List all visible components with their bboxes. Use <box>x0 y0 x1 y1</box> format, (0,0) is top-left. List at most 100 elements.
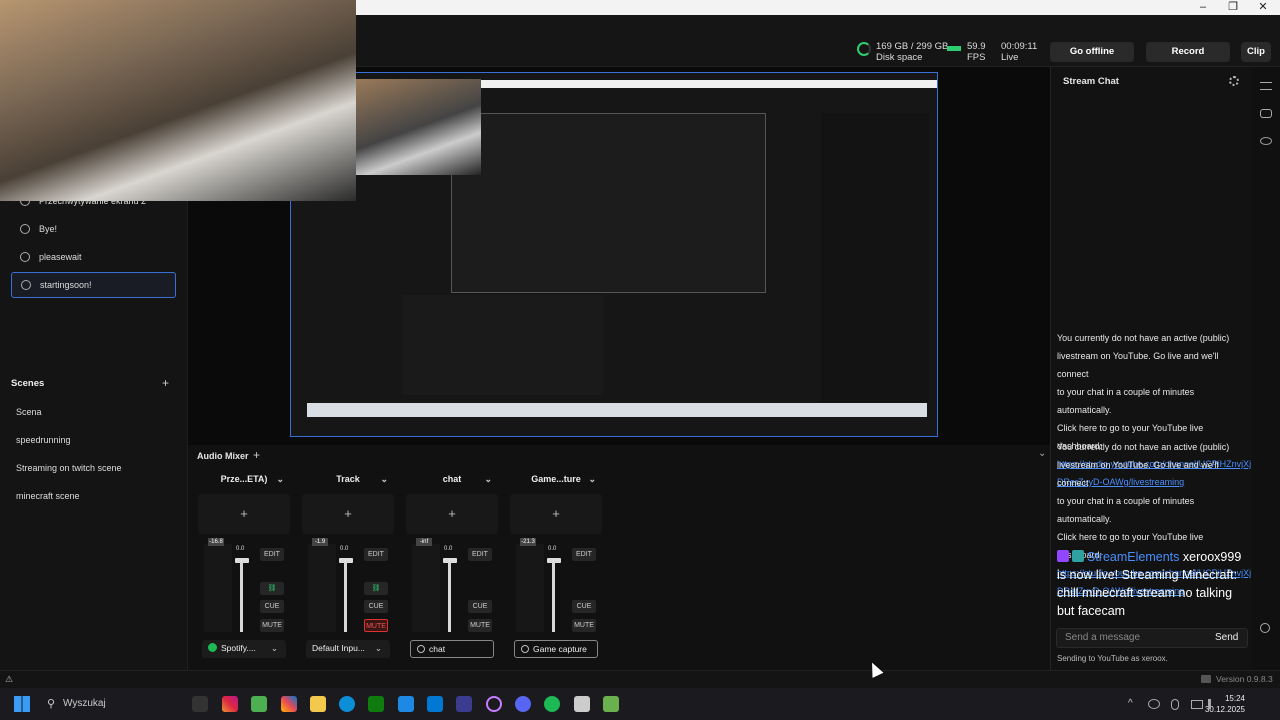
windows-start-icon[interactable] <box>14 696 30 712</box>
cue-button[interactable]: CUE <box>572 600 596 613</box>
game-bar-icon[interactable] <box>368 696 384 712</box>
cue-button[interactable]: CUE <box>468 600 492 613</box>
mute-button[interactable]: MUTE <box>260 619 284 632</box>
settings-icon[interactable] <box>1260 623 1270 633</box>
maximize-button[interactable]: ❐ <box>1218 0 1248 15</box>
add-filter-button[interactable]: + <box>406 494 498 534</box>
edge-icon[interactable] <box>339 696 355 712</box>
source-item[interactable]: pleasewait <box>11 244 176 270</box>
status-bar: ⚠ Version 0.9.8.3 <box>0 670 1280 688</box>
app-icon[interactable] <box>574 696 590 712</box>
volume-fader[interactable] <box>344 558 347 632</box>
network-icon[interactable] <box>1148 699 1160 709</box>
fader-knob[interactable] <box>443 558 457 563</box>
xbox-icon[interactable] <box>251 696 267 712</box>
device-select[interactable]: Spotify.... ⌄ <box>202 640 286 658</box>
chat-icon[interactable] <box>1260 109 1272 118</box>
chat-message: StreamElements xeroox999 is now live! St… <box>1057 550 1242 618</box>
nested-screen <box>451 113 766 293</box>
volume-fader[interactable] <box>240 558 243 632</box>
store-icon[interactable] <box>398 696 414 712</box>
chat-username[interactable]: StreamElements <box>1087 550 1179 564</box>
volume-fader[interactable] <box>448 558 451 632</box>
scene-item[interactable]: speedrunning <box>16 435 71 445</box>
mixer-strip-name[interactable]: Game...ture ⌄ <box>510 474 602 484</box>
file-explorer-icon[interactable] <box>310 696 326 712</box>
spotify-icon <box>208 643 217 652</box>
outlook-icon[interactable] <box>427 696 443 712</box>
add-scene-button[interactable]: + <box>162 376 169 390</box>
clip-button[interactable]: Clip <box>1241 42 1271 62</box>
right-sidebar <box>1252 67 1280 670</box>
scene-item[interactable]: Streaming on twitch scene <box>16 463 122 473</box>
scene-item[interactable]: Scena <box>16 407 42 417</box>
chevron-down-icon[interactable]: ⌄ <box>484 474 492 485</box>
mute-button[interactable]: MUTE <box>364 619 388 632</box>
chevron-down-icon[interactable]: ⌄ <box>588 474 596 485</box>
source-item-selected[interactable]: startingsoon! <box>11 272 176 298</box>
display-icon[interactable] <box>1191 700 1203 709</box>
taskbar-search[interactable]: Wyszukaj <box>63 698 106 709</box>
clock[interactable]: 15:24 30.12.2025 <box>1200 693 1245 715</box>
volume-fader[interactable] <box>552 558 555 632</box>
spotify-icon[interactable] <box>544 696 560 712</box>
task-view-icon[interactable] <box>192 696 208 712</box>
microphone-icon[interactable] <box>1171 699 1179 710</box>
edit-button[interactable]: EDIT <box>364 548 388 561</box>
minecraft-icon[interactable] <box>603 696 619 712</box>
minimize-button[interactable]: – <box>1188 0 1218 15</box>
collapse-mixer-button[interactable]: ⌄ <box>1038 448 1046 459</box>
cue-button[interactable]: CUE <box>260 600 284 613</box>
chat-title: Stream Chat <box>1063 76 1119 87</box>
opera-icon[interactable] <box>486 696 502 712</box>
fader-value: 0.0 <box>236 546 245 552</box>
fader-knob[interactable] <box>235 558 249 563</box>
add-filter-button[interactable]: + <box>302 494 394 534</box>
discord-icon[interactable] <box>515 696 531 712</box>
add-filter-button[interactable]: + <box>198 494 290 534</box>
add-audio-button[interactable]: + <box>253 448 260 462</box>
mute-button[interactable]: MUTE <box>572 619 596 632</box>
edit-button[interactable]: EDIT <box>260 548 284 561</box>
link-icon[interactable]: ⛓ <box>260 582 284 595</box>
record-button[interactable]: Record <box>1146 42 1230 62</box>
fader-value: 0.0 <box>340 546 349 552</box>
globe-icon <box>20 224 30 234</box>
tray-expand-icon[interactable]: ^ <box>1128 698 1133 709</box>
meter-peak-value: -16.8 <box>208 538 224 546</box>
fader-knob[interactable] <box>547 558 561 563</box>
copilot-icon[interactable] <box>281 696 297 712</box>
close-button[interactable]: ✕ <box>1248 0 1278 15</box>
mixer-strip-name[interactable]: Track ⌄ <box>302 474 394 484</box>
go-offline-button[interactable]: Go offline <box>1050 42 1134 62</box>
obs-icon[interactable] <box>456 696 472 712</box>
send-button[interactable]: Send <box>1215 632 1238 643</box>
volume-meter: -1.9 <box>308 538 336 632</box>
add-filter-button[interactable]: + <box>510 494 602 534</box>
taskbar-search-icon[interactable]: ⚲ <box>47 697 55 710</box>
mixer-strip: Track ⌄ + -1.9 0.0 EDIT ⛓ CUE MUTE Default Inpu..… <box>302 466 394 662</box>
device-select[interactable]: Default Inpu... ⌄ <box>306 640 390 658</box>
mute-button[interactable]: MUTE <box>468 619 492 632</box>
source-item[interactable]: Bye! <box>11 216 176 242</box>
cue-button[interactable]: CUE <box>364 600 388 613</box>
edit-button[interactable]: EDIT <box>468 548 492 561</box>
device-select[interactable]: chat <box>410 640 494 658</box>
activity-icon[interactable] <box>1260 137 1272 145</box>
edit-button[interactable]: EDIT <box>572 548 596 561</box>
scene-item[interactable]: minecraft scene <box>16 491 80 501</box>
fader-knob[interactable] <box>339 558 353 563</box>
chevron-down-icon[interactable]: ⌄ <box>380 474 388 485</box>
mixer-strip-name[interactable]: Prze...ETA) ⌄ <box>198 474 290 484</box>
nested-webcam-feed <box>356 79 481 175</box>
chat-input[interactable]: Send a message <box>1065 632 1140 643</box>
mixer-strip-name[interactable]: chat ⌄ <box>406 474 498 484</box>
menu-icon[interactable] <box>1260 82 1272 90</box>
device-select[interactable]: Game capture <box>514 640 598 658</box>
gear-icon[interactable] <box>1229 76 1239 86</box>
link-icon[interactable]: ⛓ <box>364 582 388 595</box>
chat-input-box: Send a message Send <box>1056 628 1248 648</box>
instagram-icon[interactable] <box>222 696 238 712</box>
volume-icon[interactable] <box>1208 699 1218 709</box>
chevron-down-icon[interactable]: ⌄ <box>276 474 284 485</box>
